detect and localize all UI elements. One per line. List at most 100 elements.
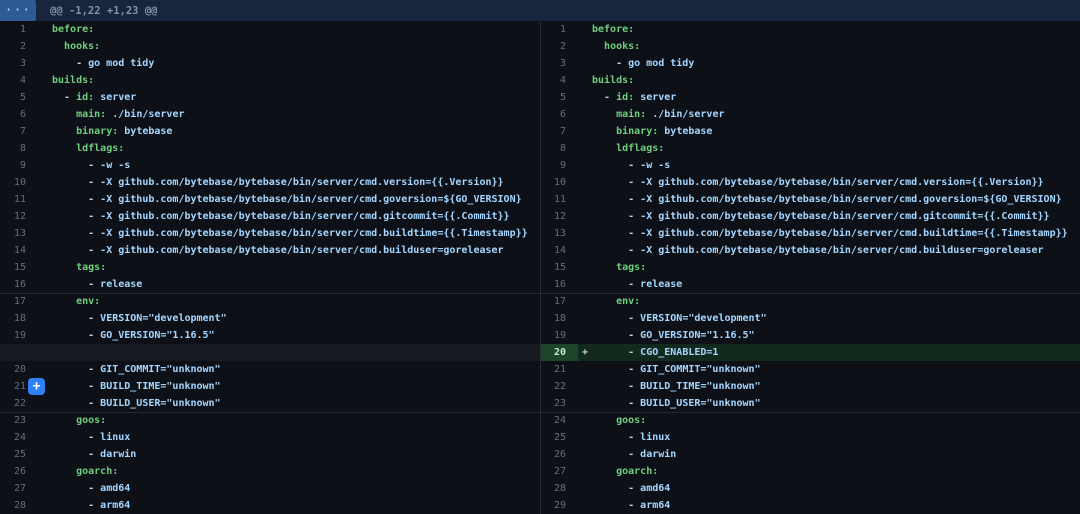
code-segment: -w -s xyxy=(640,160,670,171)
right-line-number[interactable]: 11 xyxy=(541,191,578,208)
right-line-number[interactable]: 28 xyxy=(541,480,578,497)
left-line-number[interactable]: 26 xyxy=(0,463,38,480)
left-code-line: - BUILD_USER="unknown" xyxy=(52,395,221,412)
right-code-line: - darwin xyxy=(592,446,676,463)
diff-left-cell: 11 - -X github.com/bytebase/bytebase/bin… xyxy=(0,191,540,208)
hunk-range-label: @@ -1,22 +1,23 @@ xyxy=(50,5,157,17)
left-diff-marker xyxy=(38,157,52,174)
code-segment xyxy=(52,415,76,426)
diff-row: 16 - release16 - release xyxy=(0,276,1080,293)
right-line-number[interactable]: 27 xyxy=(541,463,578,480)
code-segment: - xyxy=(52,211,100,222)
right-line-number[interactable]: 21 xyxy=(541,361,578,378)
left-line-number[interactable]: 24 xyxy=(0,429,38,446)
diff-row: 18 - VERSION="development"18 - VERSION="… xyxy=(0,310,1080,327)
left-line-number[interactable]: 28 xyxy=(0,497,38,514)
right-line-number[interactable]: 6 xyxy=(541,106,578,123)
code-segment: - xyxy=(52,500,100,511)
left-line-number[interactable]: 20 xyxy=(0,361,38,378)
right-line-number[interactable]: 29 xyxy=(541,497,578,514)
diff-right-cell: 13 - -X github.com/bytebase/bytebase/bin… xyxy=(540,225,1080,242)
right-diff-marker xyxy=(578,497,592,514)
code-segment: builds: xyxy=(592,75,634,86)
right-diff-marker xyxy=(578,225,592,242)
left-line-number[interactable]: 18 xyxy=(0,310,38,327)
right-code-line: - linux xyxy=(592,429,670,446)
right-diff-marker xyxy=(578,191,592,208)
left-line-number[interactable]: 9 xyxy=(0,157,38,174)
left-line-number[interactable]: 16 xyxy=(0,276,38,293)
right-line-number[interactable]: 15 xyxy=(541,259,578,276)
right-diff-marker xyxy=(578,55,592,72)
left-line-number[interactable]: 12 xyxy=(0,208,38,225)
left-line-number[interactable]: 1 xyxy=(0,21,38,38)
left-line-number[interactable]: 2 xyxy=(0,38,38,55)
diff-right-cell: 23 - BUILD_USER="unknown" xyxy=(540,395,1080,412)
left-line-number[interactable]: 4 xyxy=(0,72,38,89)
right-line-number[interactable]: 24 xyxy=(541,412,578,429)
left-line-number[interactable]: 7 xyxy=(0,123,38,140)
right-line-number[interactable]: 26 xyxy=(541,446,578,463)
right-diff-marker xyxy=(578,327,592,344)
right-line-number[interactable]: 9 xyxy=(541,157,578,174)
right-line-number[interactable]: 20 xyxy=(541,344,578,361)
right-line-number[interactable]: 12 xyxy=(541,208,578,225)
left-line-number[interactable]: 8 xyxy=(0,140,38,157)
diff-right-cell: 24 goos: xyxy=(540,412,1080,429)
right-code-line: - -X github.com/bytebase/bytebase/bin/se… xyxy=(592,208,1050,225)
left-line-number[interactable]: 17 xyxy=(0,293,38,310)
left-code-line: - id: server xyxy=(52,89,136,106)
add-comment-button[interactable]: + xyxy=(28,378,45,395)
code-segment: - xyxy=(52,483,100,494)
code-segment: GO_VERSION="1.16.5" xyxy=(100,330,214,341)
diff-right-cell: 11 - -X github.com/bytebase/bytebase/bin… xyxy=(540,191,1080,208)
left-code-line: - arm64 xyxy=(52,497,130,514)
right-line-number[interactable]: 8 xyxy=(541,140,578,157)
right-line-number[interactable]: 23 xyxy=(541,395,578,412)
left-line-number[interactable]: 11 xyxy=(0,191,38,208)
diff-left-cell: 22 - BUILD_USER="unknown" xyxy=(0,395,540,412)
right-diff-marker xyxy=(578,157,592,174)
right-line-number[interactable]: 3 xyxy=(541,55,578,72)
code-segment: main: xyxy=(616,109,646,120)
right-line-number[interactable]: 7 xyxy=(541,123,578,140)
code-segment xyxy=(592,415,616,426)
left-line-number[interactable]: 14 xyxy=(0,242,38,259)
right-line-number[interactable]: 19 xyxy=(541,327,578,344)
left-line-number[interactable]: 27 xyxy=(0,480,38,497)
left-line-number[interactable]: 19 xyxy=(0,327,38,344)
right-line-number[interactable]: 10 xyxy=(541,174,578,191)
code-segment: -X github.com/bytebase/bytebase/bin/serv… xyxy=(640,177,1043,188)
left-line-number[interactable]: 10 xyxy=(0,174,38,191)
right-diff-marker xyxy=(578,174,592,191)
left-line-number[interactable]: 6 xyxy=(0,106,38,123)
code-segment xyxy=(592,466,616,477)
code-segment: bytebase xyxy=(664,126,712,137)
right-line-number[interactable]: 22 xyxy=(541,378,578,395)
left-line-number[interactable]: 15 xyxy=(0,259,38,276)
expand-hunk-button[interactable]: ··· xyxy=(0,0,36,21)
right-line-number[interactable]: 25 xyxy=(541,429,578,446)
right-line-number[interactable]: 1 xyxy=(541,21,578,38)
right-line-number[interactable]: 4 xyxy=(541,72,578,89)
right-line-number[interactable]: 17 xyxy=(541,293,578,310)
right-line-number[interactable]: 13 xyxy=(541,225,578,242)
right-line-number[interactable]: 16 xyxy=(541,276,578,293)
right-line-number[interactable]: 2 xyxy=(541,38,578,55)
code-segment: go mod tidy xyxy=(88,58,154,69)
right-line-number[interactable]: 5 xyxy=(541,89,578,106)
diff-left-cell: 10 - -X github.com/bytebase/bytebase/bin… xyxy=(0,174,540,191)
left-line-number[interactable]: 25 xyxy=(0,446,38,463)
code-segment: - xyxy=(592,279,640,290)
left-line-number[interactable]: 3 xyxy=(0,55,38,72)
left-code-line: - BUILD_TIME="unknown" xyxy=(52,378,221,395)
left-line-number[interactable]: 5 xyxy=(0,89,38,106)
left-line-number[interactable]: 13 xyxy=(0,225,38,242)
left-line-number[interactable]: 22 xyxy=(0,395,38,412)
code-segment: VERSION="development" xyxy=(640,313,766,324)
code-segment: - xyxy=(592,211,640,222)
right-line-number[interactable]: 18 xyxy=(541,310,578,327)
right-line-number[interactable]: 14 xyxy=(541,242,578,259)
code-segment: env: xyxy=(76,296,100,307)
left-line-number[interactable]: 23 xyxy=(0,412,38,429)
